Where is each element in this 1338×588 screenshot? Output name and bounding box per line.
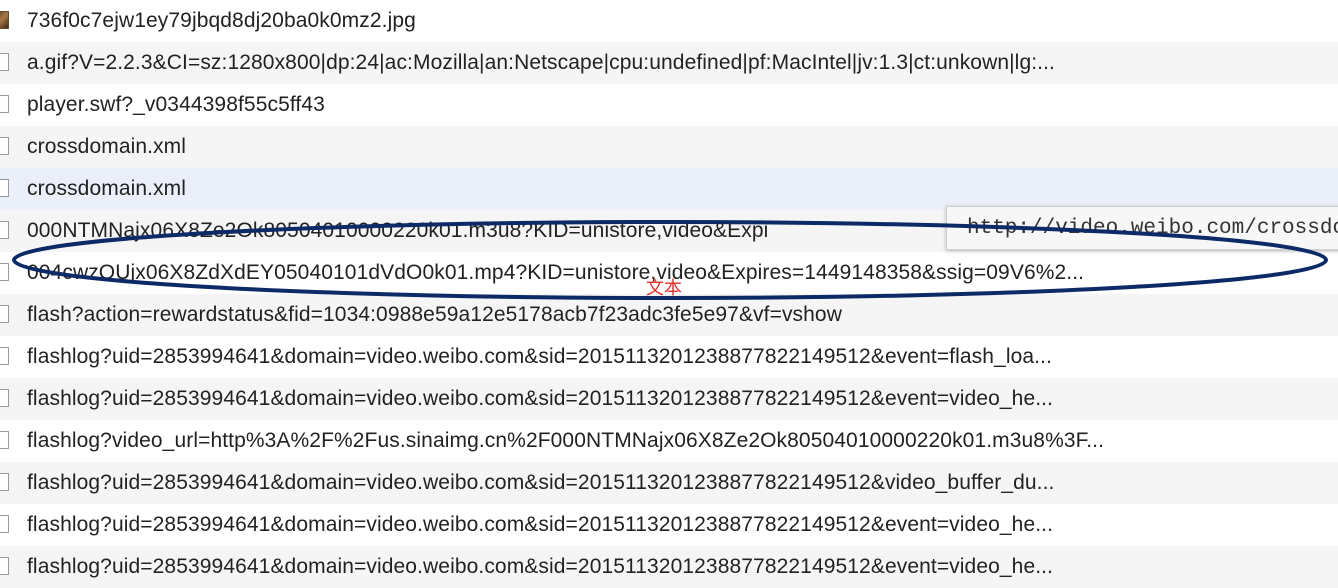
request-name: a.gif?V=2.2.3&CI=sz:1280x800|dp:24|ac:Mo… bbox=[27, 42, 1327, 84]
request-name-text: flash?action=rewardstatus&fid=1034:0988e… bbox=[27, 303, 842, 326]
document-icon bbox=[0, 515, 9, 533]
request-row[interactable]: flashlog?uid=2853994641&domain=video.wei… bbox=[0, 336, 1338, 378]
request-name: flashlog?uid=2853994641&domain=video.wei… bbox=[27, 378, 1327, 420]
url-tooltip: http://video.weibo.com/crossdo bbox=[946, 206, 1338, 250]
document-icon bbox=[0, 179, 9, 197]
request-name: flash?action=rewardstatus&fid=1034:0988e… bbox=[27, 294, 1327, 336]
request-row[interactable]: flashlog?uid=2853994641&domain=video.wei… bbox=[0, 378, 1338, 420]
document-icon bbox=[0, 431, 9, 449]
request-name: player.swf?_v0344398f55c5ff43 bbox=[27, 84, 1327, 126]
document-icon bbox=[0, 557, 9, 575]
request-name: flashlog?uid=2853994641&domain=video.wei… bbox=[27, 546, 1327, 588]
request-name: flashlog?video_url=http%3A%2F%2Fus.sinai… bbox=[27, 420, 1327, 462]
document-icon bbox=[0, 95, 9, 113]
request-name-text: flashlog?uid=2853994641&domain=video.wei… bbox=[27, 513, 1054, 536]
document-icon bbox=[0, 473, 9, 491]
document-icon bbox=[0, 263, 9, 281]
request-name: flashlog?uid=2853994641&domain=video.wei… bbox=[27, 462, 1327, 504]
document-icon bbox=[0, 305, 9, 323]
document-icon bbox=[0, 347, 9, 365]
request-row[interactable]: a.gif?V=2.2.3&CI=sz:1280x800|dp:24|ac:Mo… bbox=[0, 42, 1338, 84]
document-icon bbox=[0, 53, 9, 71]
request-name-text: 736f0c7ejw1ey79jbqd8dj20ba0k0mz2.jpg bbox=[27, 9, 416, 32]
request-name-text: crossdomain.xml bbox=[27, 135, 187, 158]
request-name: 736f0c7ejw1ey79jbqd8dj20ba0k0mz2.jpg bbox=[27, 0, 1327, 42]
request-name-text: crossdomain.xml bbox=[27, 177, 187, 200]
request-name: flashlog?uid=2853994641&domain=video.wei… bbox=[27, 336, 1327, 378]
request-name-text: a.gif?V=2.2.3&CI=sz:1280x800|dp:24|ac:Mo… bbox=[27, 51, 1055, 74]
annotation-label: 文本 bbox=[646, 278, 682, 299]
request-name: flashlog?uid=2853994641&domain=video.wei… bbox=[27, 504, 1327, 546]
request-row[interactable]: flashlog?uid=2853994641&domain=video.wei… bbox=[0, 504, 1338, 546]
request-row[interactable]: 736f0c7ejw1ey79jbqd8dj20ba0k0mz2.jpg bbox=[0, 0, 1338, 42]
request-name-text: player.swf?_v0344398f55c5ff43 bbox=[27, 93, 325, 116]
tooltip-text: http://video.weibo.com/crossdo bbox=[967, 217, 1338, 240]
image-file-icon bbox=[0, 11, 9, 29]
request-name-text: flashlog?uid=2853994641&domain=video.wei… bbox=[27, 387, 1054, 410]
request-name: crossdomain.xml bbox=[27, 126, 1327, 168]
request-row[interactable]: flashlog?video_url=http%3A%2F%2Fus.sinai… bbox=[0, 420, 1338, 462]
request-name-text: flashlog?video_url=http%3A%2F%2Fus.sinai… bbox=[27, 429, 1105, 452]
request-row[interactable]: flashlog?uid=2853994641&domain=video.wei… bbox=[0, 462, 1338, 504]
request-name-text: flashlog?uid=2853994641&domain=video.wei… bbox=[27, 345, 1052, 368]
request-row[interactable]: player.swf?_v0344398f55c5ff43 bbox=[0, 84, 1338, 126]
request-row[interactable]: crossdomain.xml bbox=[0, 126, 1338, 168]
request-row[interactable]: crossdomain.xml bbox=[0, 168, 1338, 210]
request-name-text: flashlog?uid=2853994641&domain=video.wei… bbox=[27, 471, 1055, 494]
request-row[interactable]: flash?action=rewardstatus&fid=1034:0988e… bbox=[0, 294, 1338, 336]
document-icon bbox=[0, 221, 9, 239]
request-row[interactable]: flashlog?uid=2853994641&domain=video.wei… bbox=[0, 546, 1338, 588]
request-name-text: flashlog?uid=2853994641&domain=video.wei… bbox=[27, 555, 1054, 578]
request-name: crossdomain.xml bbox=[27, 168, 1327, 210]
document-icon bbox=[0, 389, 9, 407]
document-icon bbox=[0, 137, 9, 155]
